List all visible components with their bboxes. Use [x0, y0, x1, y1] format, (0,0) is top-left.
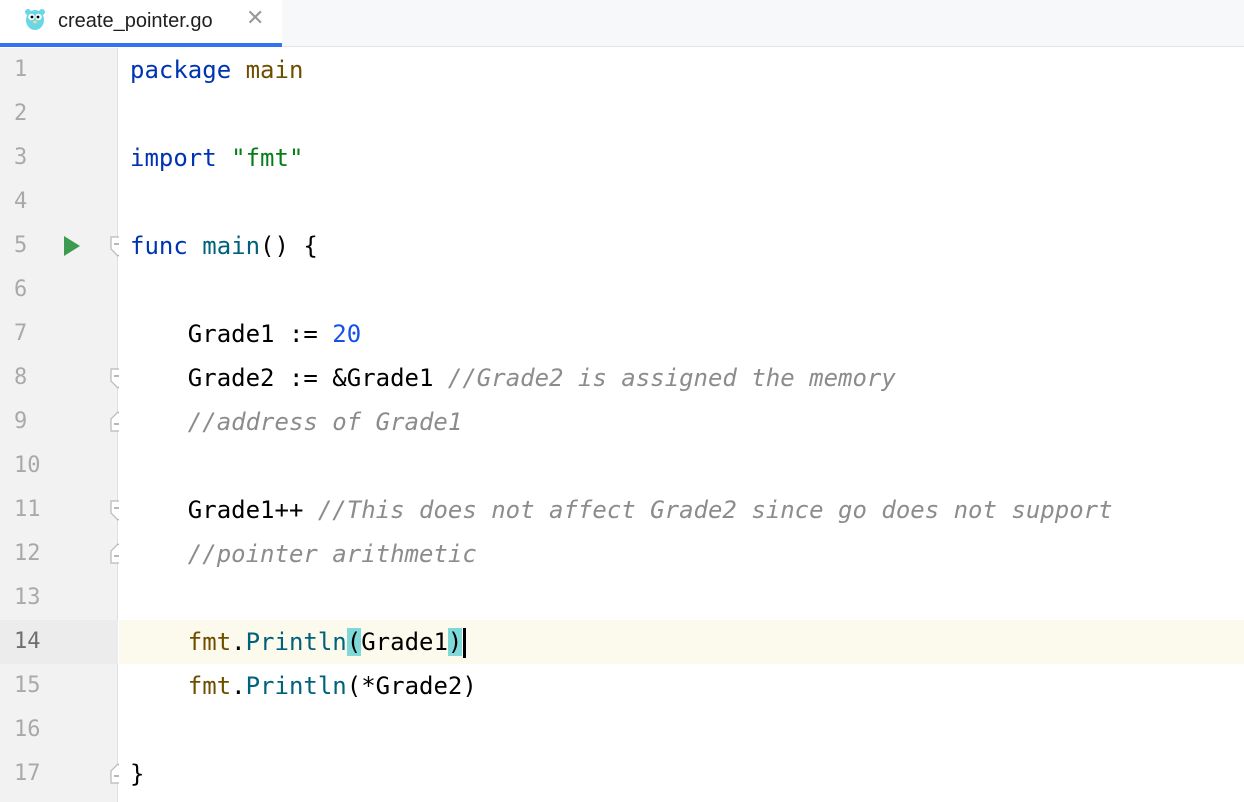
keyword: import: [130, 144, 217, 172]
line-number: 13: [14, 585, 41, 610]
code-line-11[interactable]: Grade1++ //This does not affect Grade2 s…: [130, 488, 1113, 532]
line-number: 2: [14, 101, 28, 126]
comment: //Grade2 is assigned the memory: [447, 364, 896, 392]
comment: //pointer arithmetic: [187, 540, 477, 568]
editor-tab-create-pointer[interactable]: create_pointer.go ✕: [0, 0, 282, 47]
identifier: Grade1: [361, 628, 448, 656]
line-number: 7: [14, 321, 28, 346]
package-ref: fmt: [187, 628, 232, 656]
identifier: Grade2 := &Grade1: [187, 364, 448, 392]
editor-gutter: 1 2 3 4 5 6 7 8 9 10 11 12 13 14 15 16 1…: [0, 48, 126, 802]
function-call: Println: [245, 672, 347, 700]
code-line-15[interactable]: fmt.Println(*Grade2): [130, 664, 477, 708]
run-icon[interactable]: [62, 235, 82, 257]
line-number: 15: [14, 673, 41, 698]
gopher-icon: [25, 9, 45, 30]
code-line-7[interactable]: Grade1 := 20: [130, 312, 361, 356]
line-number: 1: [14, 57, 28, 82]
string-literal: "fmt": [231, 144, 304, 172]
line-number: 12: [14, 541, 41, 566]
line-number: 17: [14, 761, 41, 786]
number-literal: 20: [332, 320, 362, 348]
matched-paren-open: (: [346, 628, 362, 656]
line-number-current: 14: [14, 629, 41, 654]
close-icon[interactable]: ✕: [246, 6, 264, 32]
keyword: package: [130, 56, 232, 84]
code-line-9[interactable]: //address of Grade1: [130, 400, 463, 444]
keyword: func: [130, 232, 188, 260]
editor-tab-bar: create_pointer.go ✕: [0, 0, 1244, 47]
code-line-14[interactable]: fmt.Println(Grade1): [130, 620, 467, 664]
code-line-12[interactable]: //pointer arithmetic: [130, 532, 477, 576]
line-number: 6: [14, 277, 28, 302]
line-number: 4: [14, 189, 28, 214]
line-number: 9: [14, 409, 28, 434]
code-line-1[interactable]: package main: [130, 48, 303, 92]
line-number: 8: [14, 365, 28, 390]
function-name: main: [202, 232, 261, 260]
package-name: main: [245, 56, 304, 84]
function-call: Println: [245, 628, 347, 656]
line-number: 5: [14, 233, 28, 258]
line-number: 3: [14, 145, 28, 170]
identifier: Grade1++: [187, 496, 318, 524]
closing-brace: }: [130, 760, 145, 788]
tab-filename: create_pointer.go: [58, 10, 213, 32]
comment: //This does not affect Grade2 since go d…: [317, 496, 1113, 524]
line-number: 10: [14, 453, 41, 478]
line-number: 11: [14, 497, 41, 522]
code-line-3[interactable]: import "fmt": [130, 136, 303, 180]
package-ref: fmt: [187, 672, 232, 700]
code-line-8[interactable]: Grade2 := &Grade1 //Grade2 is assigned t…: [130, 356, 896, 400]
comment: //address of Grade1: [187, 408, 463, 436]
identifier: Grade1 :=: [187, 320, 333, 348]
matched-paren-close: ): [447, 628, 463, 656]
code-line-5[interactable]: func main() {: [130, 224, 318, 268]
line-number: 16: [14, 717, 41, 742]
code-line-17[interactable]: }: [130, 752, 144, 796]
text-caret: [463, 628, 467, 658]
